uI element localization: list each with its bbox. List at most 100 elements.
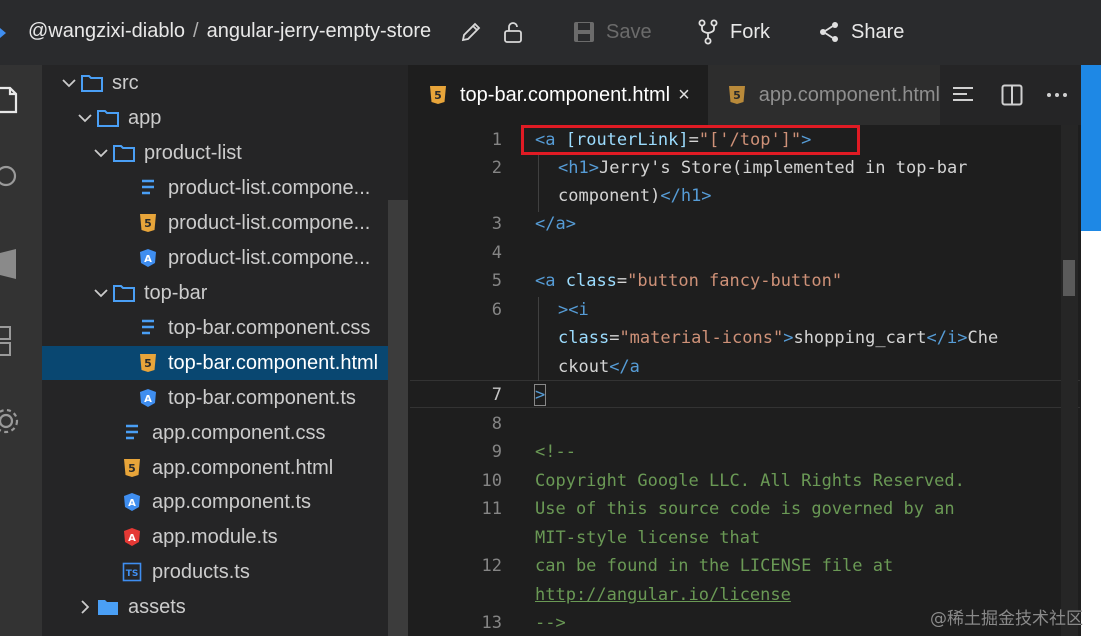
angular-file-icon: A bbox=[136, 246, 160, 270]
project-name[interactable]: angular-jerry-empty-store bbox=[207, 20, 432, 42]
code-line-12-wrap: http://angular.io/license bbox=[535, 585, 791, 605]
save-label: Save bbox=[606, 20, 652, 43]
chevron-down-icon[interactable] bbox=[90, 142, 112, 164]
files-icon[interactable] bbox=[0, 80, 22, 120]
tree-folder-assets[interactable]: assets bbox=[42, 590, 408, 624]
svg-text:5: 5 bbox=[128, 462, 136, 475]
chevron-down-icon[interactable] bbox=[58, 72, 80, 94]
css-file-icon bbox=[136, 316, 160, 340]
split-editor-icon[interactable] bbox=[997, 81, 1027, 109]
line-number: 10 bbox=[481, 471, 502, 491]
unlock-icon[interactable] bbox=[500, 18, 526, 46]
line-number: 4 bbox=[491, 243, 502, 263]
tree-label: app.component.html bbox=[152, 456, 334, 479]
folder-open-icon bbox=[96, 106, 120, 130]
tree-label: app.component.ts bbox=[152, 490, 311, 513]
breadcrumb-separator: / bbox=[193, 20, 199, 42]
activity-bar bbox=[0, 65, 42, 636]
share-label: Share bbox=[851, 20, 905, 43]
logo-icon[interactable] bbox=[0, 22, 8, 44]
settings-icon[interactable] bbox=[0, 401, 22, 441]
tree-label: assets bbox=[128, 595, 186, 618]
folder-open-icon bbox=[80, 71, 104, 95]
line-number: 11 bbox=[481, 499, 502, 519]
svg-text:A: A bbox=[144, 394, 152, 405]
license-link[interactable]: http://angular.io/license bbox=[535, 585, 791, 605]
more-actions-icon[interactable] bbox=[1042, 81, 1072, 109]
code-line-6: ><i bbox=[558, 300, 589, 320]
tree-file-product-list-css[interactable]: product-list.compone... bbox=[42, 171, 408, 205]
line-number-active: 7 bbox=[491, 385, 502, 405]
css-file-icon bbox=[136, 176, 160, 200]
save-button[interactable]: Save bbox=[570, 18, 652, 46]
tree-label: src bbox=[112, 71, 139, 94]
tree-file-app-module[interactable]: A app.module.ts bbox=[42, 520, 408, 554]
code-line-2: <h1>Jerry's Store(implemented in top-bar bbox=[558, 158, 968, 178]
tab-label: top-bar.component.html bbox=[460, 83, 671, 106]
chevron-right-icon[interactable] bbox=[74, 596, 96, 618]
tree-folder-top-bar[interactable]: top-bar bbox=[42, 276, 408, 310]
line-number: 12 bbox=[481, 556, 502, 576]
folder-icon bbox=[96, 595, 120, 619]
line-number: 1 bbox=[491, 130, 502, 150]
indent-guide bbox=[538, 297, 539, 381]
code-line-3: </a> bbox=[535, 214, 576, 234]
tree-label: top-bar.component.ts bbox=[168, 386, 356, 409]
tree-file-product-list-html[interactable]: 5 product-list.compone... bbox=[42, 206, 408, 240]
editor-scrollbar[interactable] bbox=[1061, 125, 1078, 636]
code-line-11-wrap: MIT-style license that bbox=[535, 528, 761, 548]
save-icon bbox=[570, 18, 598, 46]
tree-label: product-list.compone... bbox=[168, 246, 371, 269]
extensions-icon[interactable] bbox=[0, 245, 22, 285]
close-icon[interactable]: × bbox=[678, 84, 690, 107]
tree-file-products-ts[interactable]: TS products.ts bbox=[42, 555, 408, 589]
line-number: 13 bbox=[481, 613, 502, 633]
tab-app-component-html[interactable]: 5 app.component.html bbox=[708, 65, 940, 125]
tree-file-app-css[interactable]: app.component.css bbox=[42, 416, 408, 450]
line-number: 3 bbox=[491, 214, 502, 234]
line-number: 8 bbox=[491, 414, 502, 434]
search-icon[interactable] bbox=[0, 158, 22, 198]
tree-label: top-bar.component.css bbox=[168, 316, 371, 339]
tab-top-bar-component-html[interactable]: 5 top-bar.component.html × bbox=[408, 65, 708, 125]
tree-file-app-html[interactable]: 5 app.component.html bbox=[42, 451, 408, 485]
code-line-10: Copyright Google LLC. All Rights Reserve… bbox=[535, 471, 965, 491]
tree-label: product-list.compone... bbox=[168, 211, 371, 234]
tree-file-top-bar-html[interactable]: 5 top-bar.component.html bbox=[42, 346, 388, 380]
fork-button[interactable]: Fork bbox=[694, 18, 770, 46]
explorer-scrollbar[interactable] bbox=[388, 200, 408, 636]
line-number: 9 bbox=[491, 442, 502, 462]
fork-label: Fork bbox=[730, 20, 770, 43]
code-line-2-wrap: component)</h1> bbox=[558, 186, 712, 206]
svg-text:A: A bbox=[128, 533, 136, 544]
line-number: 5 bbox=[491, 271, 502, 291]
chevron-down-icon[interactable] bbox=[74, 107, 96, 129]
tree-folder-src[interactable]: src bbox=[42, 66, 408, 100]
owner-link[interactable]: @wangzixi-diablo bbox=[28, 20, 185, 42]
scrollbar-thumb[interactable] bbox=[1063, 260, 1075, 296]
share-button[interactable]: Share bbox=[815, 18, 904, 46]
tree-file-top-bar-css[interactable]: top-bar.component.css bbox=[42, 311, 408, 345]
components-icon[interactable] bbox=[0, 321, 22, 361]
code-line-13: --> bbox=[535, 613, 566, 633]
tree-file-top-bar-ts[interactable]: A top-bar.component.ts bbox=[42, 381, 408, 415]
svg-text:A: A bbox=[144, 254, 152, 265]
tree-folder-app[interactable]: app bbox=[42, 101, 408, 135]
current-line-highlight bbox=[410, 380, 1080, 408]
svg-text:A: A bbox=[128, 498, 136, 509]
outline-icon[interactable] bbox=[948, 81, 978, 109]
angular-file-icon: A bbox=[120, 490, 144, 514]
fork-icon bbox=[694, 18, 722, 46]
edit-icon[interactable] bbox=[458, 18, 484, 46]
tree-folder-product-list[interactable]: product-list bbox=[42, 136, 408, 170]
chevron-down-icon[interactable] bbox=[90, 282, 112, 304]
svg-text:TS: TS bbox=[126, 569, 139, 579]
watermark: @稀土掘金技术社区 bbox=[930, 609, 1083, 629]
tree-file-app-ts[interactable]: A app.component.ts bbox=[42, 485, 408, 519]
share-icon bbox=[815, 18, 843, 46]
tree-file-product-list-ts[interactable]: A product-list.compone... bbox=[42, 241, 408, 275]
code-editor[interactable]: 1 2 3 4 5 6 7 8 9 10 11 12 13 <a [router… bbox=[408, 125, 1081, 636]
preview-pane-edge bbox=[1081, 65, 1101, 636]
code-line-6-wrap2: ckout</a bbox=[558, 357, 640, 377]
breadcrumb: @wangzixi-diablo / angular-jerry-empty-sto… bbox=[28, 20, 431, 43]
